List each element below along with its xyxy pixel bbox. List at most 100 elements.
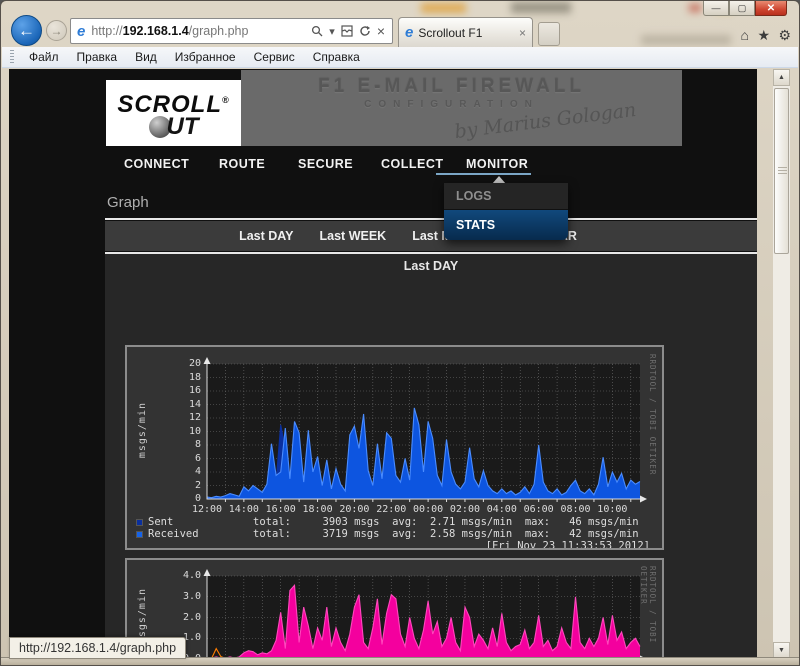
tab-last-week[interactable]: Last WEEK	[320, 229, 387, 243]
y-axis-arrow	[203, 357, 211, 364]
menu-tools[interactable]: Сервис	[245, 48, 304, 66]
logo-registered-mark: ®	[222, 94, 230, 105]
logo-text-bottom: UT	[166, 112, 199, 140]
page-viewport: SCROLL® UT F1 E-MAIL FIREWALL CONFIGURAT…	[9, 69, 757, 659]
x-tick-label: 02:00	[449, 504, 480, 515]
tab-close-icon[interactable]: ×	[519, 26, 526, 40]
dropdown-item-stats[interactable]: STATS	[444, 210, 568, 240]
chevron-down-icon[interactable]: ▾	[329, 25, 335, 38]
menu-view[interactable]: Вид	[126, 48, 166, 66]
settings-gear-icon[interactable]: ⚙	[778, 27, 791, 44]
maximize-button[interactable]: ▢	[729, 1, 755, 16]
y-tick-label: 16	[188, 385, 201, 396]
menu-edit[interactable]: Правка	[68, 48, 127, 66]
stop-icon[interactable]: ×	[377, 23, 385, 39]
scrollout-logo: SCROLL® UT	[106, 80, 241, 146]
home-icon[interactable]: ⌂	[741, 27, 749, 43]
window-controls: — ▢ ✕	[703, 1, 787, 16]
x-tick-label: 00:00	[413, 504, 444, 515]
legend-series-name: Sent	[148, 516, 174, 528]
header-banner: F1 E-MAIL FIREWALL CONFIGURATION by Mari…	[241, 70, 682, 146]
rrdtool-watermark: RRDTOOL / TOBI OETIKER	[639, 566, 657, 644]
legend-stats-text: total: 3719 msgs avg: 2.58 msgs/min max:…	[253, 528, 639, 540]
close-button[interactable]: ✕	[755, 1, 787, 16]
y-tick-label: 2.0	[182, 611, 201, 623]
scrollbar-up-arrow[interactable]: ▲	[773, 69, 790, 86]
legend-series-name: Received	[148, 528, 199, 540]
desktop-blur-blob	[421, 3, 466, 13]
status-url-tooltip: http://192.168.1.4/graph.php	[9, 637, 187, 659]
legend-stats-text: total: 3903 msgs avg: 2.71 msgs/min max:…	[253, 516, 639, 528]
y-tick-label: 3.0	[182, 590, 201, 602]
y-axis-arrow	[203, 569, 211, 576]
address-bar[interactable]: e http://192.168.1.4/graph.php ▾ ×	[70, 18, 393, 44]
url-text[interactable]: http://192.168.1.4/graph.php	[91, 24, 308, 38]
plot-area	[203, 357, 647, 503]
rrdtool-watermark: RRDTOOL / TOBI OETIKER	[648, 354, 657, 476]
browser-window: — ▢ ✕ ← → e http://192.168.1.4/graph.php…	[0, 0, 800, 666]
x-tick-label: 14:00	[228, 504, 259, 515]
x-tick-label: 22:00	[376, 504, 407, 515]
nav-collect[interactable]: COLLECT	[381, 157, 444, 171]
active-nav-underline	[436, 173, 531, 175]
desktop-blur-blob	[641, 35, 731, 45]
x-tick-label: 12:00	[191, 504, 223, 515]
y-tick-label: 10	[188, 425, 201, 437]
graph-timestamp: [Fri Nov 23 11:33:53 2012]	[485, 540, 650, 550]
monitor-dropdown: LOGS STATS	[444, 183, 568, 240]
scrollbar-grip	[778, 167, 787, 174]
forward-button[interactable]: →	[46, 20, 67, 41]
nav-route[interactable]: ROUTE	[219, 157, 265, 171]
divider	[105, 218, 757, 220]
range-tab-bar: Last DAY Last WEEK Last MONTH Last YEAR	[105, 221, 757, 251]
graph-panel-spam: 0.01.02.03.04.012:0014:0016:0018:0020:00…	[125, 558, 664, 659]
menu-file[interactable]: Файл	[20, 48, 68, 66]
y-tick-label: 4	[194, 466, 201, 477]
legend-row: Received total: 3719 msgs avg: 2.58 msgs/…	[136, 528, 639, 540]
x-tick-label: 16:00	[265, 504, 296, 515]
new-tab-button[interactable]	[538, 22, 560, 46]
menu-help[interactable]: Справка	[304, 48, 369, 66]
x-tick-label: 06:00	[523, 504, 554, 515]
graph-panel-traffic: 0 2 4 6 8 10 12 14 16 18 20 12:00 14:00 16:00 18:00 20:…	[125, 345, 664, 550]
y-axis-title: msgs/min	[137, 587, 148, 644]
vertical-scrollbar[interactable]: ▲ ▼	[773, 69, 790, 659]
browser-tab[interactable]: e Scrollout F1 ×	[398, 17, 533, 47]
nav-secure[interactable]: SECURE	[298, 157, 353, 171]
banner-title: F1 E-MAIL FIREWALL	[318, 76, 585, 97]
search-icon[interactable]	[311, 25, 323, 37]
x-axis-arrow	[640, 495, 647, 503]
legend-swatch	[136, 530, 143, 538]
menu-favorites[interactable]: Избранное	[166, 48, 245, 66]
x-tick-label: 18:00	[302, 504, 333, 515]
tab-favicon-icon: e	[405, 24, 414, 41]
series-area-spam	[207, 585, 640, 659]
y-tick-label: 18	[188, 371, 201, 383]
y-tick-label: 8	[194, 439, 201, 450]
refresh-icon[interactable]	[359, 25, 371, 37]
y-axis-title: msgs/min	[137, 401, 148, 458]
x-tick-label: 20:00	[339, 504, 370, 515]
page-title: Graph	[107, 194, 149, 211]
series-area-received	[207, 407, 640, 499]
minimize-button[interactable]: —	[703, 1, 729, 16]
tab-title: Scrollout F1	[418, 25, 483, 40]
section-title: Last DAY	[403, 259, 459, 273]
y-tick-label: 12	[188, 412, 201, 423]
x-tick-label: 04:00	[486, 504, 517, 515]
y-tick-label: 14	[188, 398, 201, 410]
compatibility-view-icon[interactable]	[341, 25, 353, 37]
desktop-blur-blob	[689, 4, 701, 12]
graph-section: Last DAY 0 2 4 6 8 10 12 14 16 18 20 12:00 14:00 16:0…	[105, 254, 757, 659]
favorites-star-icon[interactable]: ★	[757, 27, 770, 44]
legend-swatch	[136, 518, 143, 526]
back-button[interactable]: ←	[11, 15, 42, 46]
chart-svg	[203, 569, 647, 659]
scrollbar-thumb[interactable]	[774, 88, 789, 254]
y-tick-label: 0	[194, 493, 201, 504]
dropdown-item-logs[interactable]: LOGS	[444, 183, 568, 210]
tab-last-day[interactable]: Last DAY	[239, 229, 293, 243]
legend-row: Sent total: 3903 msgs avg: 2.71 msgs/min …	[136, 516, 639, 528]
nav-monitor[interactable]: MONITOR	[466, 157, 528, 171]
nav-connect[interactable]: CONNECT	[124, 157, 189, 171]
